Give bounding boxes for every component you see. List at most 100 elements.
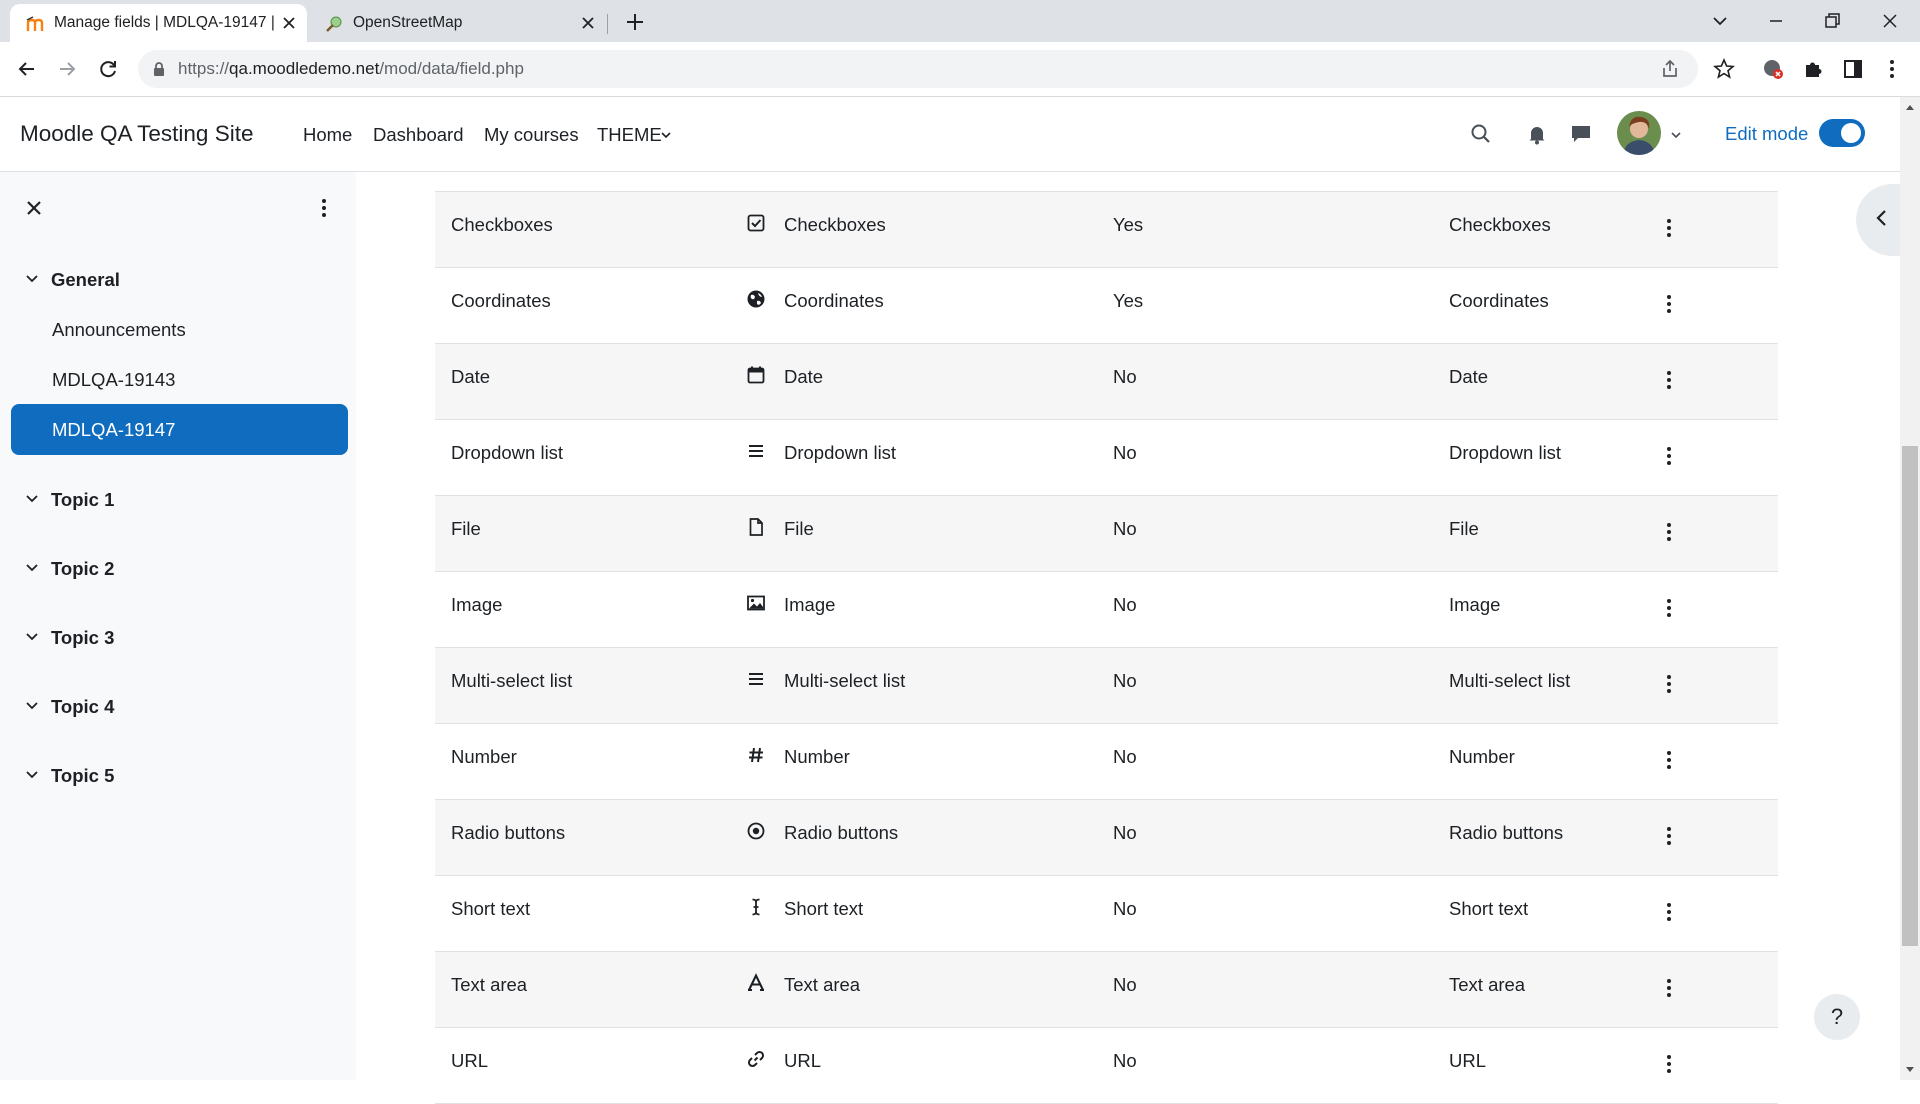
field-description: Multi-select list bbox=[1449, 670, 1571, 691]
reload-icon[interactable] bbox=[96, 57, 120, 81]
section-topic-1[interactable]: Topic 1 bbox=[51, 489, 114, 511]
bookmark-star-icon[interactable] bbox=[1712, 57, 1736, 81]
row-actions-menu-icon[interactable] bbox=[1657, 368, 1681, 392]
field-description: File bbox=[1449, 518, 1479, 539]
hash-icon bbox=[746, 745, 766, 765]
section-topic-2[interactable]: Topic 2 bbox=[51, 558, 114, 580]
field-required: No bbox=[1113, 594, 1137, 615]
field-required: No bbox=[1113, 670, 1137, 691]
scroll-up-arrow-icon[interactable] bbox=[1903, 101, 1917, 113]
field-type: Number bbox=[784, 746, 850, 767]
scrollbar-thumb[interactable] bbox=[1902, 446, 1918, 946]
row-actions-menu-icon[interactable] bbox=[1657, 596, 1681, 620]
chevron-left-icon bbox=[1876, 210, 1886, 226]
field-name: Short text bbox=[451, 898, 531, 919]
font-icon bbox=[746, 973, 766, 993]
row-actions-menu-icon[interactable] bbox=[1657, 520, 1681, 544]
address-bar[interactable]: https://qa.moodledemo.net/mod/data/field… bbox=[138, 50, 1698, 88]
section-topic-4[interactable]: Topic 4 bbox=[51, 696, 114, 718]
activity-mdlqa-19143[interactable]: MDLQA-19143 bbox=[52, 369, 175, 391]
field-required: Yes bbox=[1113, 290, 1144, 311]
field-name: Dropdown list bbox=[451, 442, 564, 463]
row-actions-menu-icon[interactable] bbox=[1657, 444, 1681, 468]
drawer-menu-icon[interactable] bbox=[312, 196, 336, 220]
back-icon[interactable] bbox=[15, 57, 39, 81]
edit-mode-label[interactable]: Edit mode bbox=[1725, 123, 1808, 145]
main-content: Checkboxes Checkboxes Yes Checkboxes Coordin… bbox=[356, 172, 1900, 1104]
field-description: Image bbox=[1449, 594, 1501, 615]
restore-icon[interactable] bbox=[1818, 8, 1846, 34]
new-tab-icon[interactable] bbox=[622, 9, 648, 35]
section-topic-3[interactable]: Topic 3 bbox=[51, 627, 114, 649]
section-topic-5[interactable]: Topic 5 bbox=[51, 765, 114, 787]
section-general[interactable]: General bbox=[51, 269, 120, 291]
scroll-down-arrow-icon[interactable] bbox=[1903, 1064, 1917, 1076]
table-row: Text area Text area No Text area bbox=[435, 952, 1778, 1028]
chevron-down-icon[interactable] bbox=[660, 130, 672, 140]
close-window-icon[interactable] bbox=[1876, 8, 1904, 34]
moodle-navbar: Moodle QA Testing Site Home Dashboard My… bbox=[0, 97, 1900, 172]
user-avatar[interactable] bbox=[1617, 111, 1661, 155]
activity-mdlqa-19147-active[interactable]: MDLQA-19147 bbox=[11, 404, 348, 455]
field-required: No bbox=[1113, 1050, 1137, 1071]
search-icon[interactable] bbox=[1469, 122, 1493, 146]
nav-dashboard[interactable]: Dashboard bbox=[373, 124, 464, 146]
nav-theme[interactable]: THEME bbox=[597, 124, 662, 146]
activity-announcements[interactable]: Announcements bbox=[52, 319, 186, 341]
text-cursor-icon bbox=[746, 897, 766, 917]
site-name[interactable]: Moodle QA Testing Site bbox=[20, 121, 253, 147]
edit-mode-toggle[interactable] bbox=[1819, 119, 1865, 147]
row-actions-menu-icon[interactable] bbox=[1657, 1052, 1681, 1076]
row-actions-menu-icon[interactable] bbox=[1657, 824, 1681, 848]
row-actions-menu-icon[interactable] bbox=[1657, 900, 1681, 924]
extensions-puzzle-icon[interactable] bbox=[1801, 57, 1825, 81]
table-row: Dropdown list Dropdown list No Dropdown lis… bbox=[435, 420, 1778, 496]
field-description: Text area bbox=[1449, 974, 1526, 995]
chevron-down-icon[interactable] bbox=[1670, 130, 1682, 140]
field-type: Short text bbox=[784, 898, 864, 919]
field-type: Checkboxes bbox=[784, 214, 886, 235]
nav-my-courses[interactable]: My courses bbox=[484, 124, 579, 146]
close-tab-icon[interactable] bbox=[579, 14, 597, 32]
osm-favicon-icon bbox=[325, 15, 343, 33]
messages-icon[interactable] bbox=[1569, 122, 1593, 146]
field-description: Checkboxes bbox=[1449, 214, 1551, 235]
browser-tab-inactive[interactable]: OpenStreetMap bbox=[309, 4, 606, 42]
browser-toolbar: https://qa.moodledemo.net/mod/data/field… bbox=[0, 42, 1920, 97]
chevron-down-icon[interactable] bbox=[24, 271, 40, 287]
nav-home[interactable]: Home bbox=[303, 124, 352, 146]
row-actions-menu-icon[interactable] bbox=[1657, 292, 1681, 316]
field-type: File bbox=[784, 518, 814, 539]
table-row: Number Number No Number bbox=[435, 724, 1778, 800]
close-drawer-icon[interactable] bbox=[24, 198, 44, 218]
extension-globe-icon[interactable] bbox=[1761, 57, 1785, 81]
chevron-down-icon[interactable] bbox=[24, 767, 40, 783]
tab-search-icon[interactable] bbox=[1706, 8, 1734, 34]
help-button[interactable]: ? bbox=[1814, 994, 1860, 1040]
activity-label: MDLQA-19147 bbox=[52, 419, 176, 440]
chevron-down-icon[interactable] bbox=[24, 491, 40, 507]
row-actions-menu-icon[interactable] bbox=[1657, 748, 1681, 772]
browser-menu-icon[interactable] bbox=[1880, 57, 1904, 81]
table-row: Checkboxes Checkboxes Yes Checkboxes bbox=[435, 192, 1778, 268]
lock-icon[interactable] bbox=[152, 61, 166, 77]
chevron-down-icon[interactable] bbox=[24, 560, 40, 576]
field-type: Coordinates bbox=[784, 290, 884, 311]
link-icon bbox=[746, 1049, 766, 1069]
chevron-down-icon[interactable] bbox=[24, 698, 40, 714]
chevron-down-icon[interactable] bbox=[24, 629, 40, 645]
minimize-icon[interactable] bbox=[1762, 8, 1790, 34]
field-type: Radio buttons bbox=[784, 822, 899, 843]
browser-tab-active[interactable]: Manage fields | MDLQA-19147 | M bbox=[10, 4, 307, 42]
field-name: Multi-select list bbox=[451, 670, 573, 691]
side-panel-icon[interactable] bbox=[1841, 57, 1865, 81]
forward-icon[interactable] bbox=[55, 57, 79, 81]
close-tab-icon[interactable] bbox=[280, 14, 298, 32]
notifications-bell-icon[interactable] bbox=[1525, 122, 1549, 146]
list-icon bbox=[746, 669, 766, 689]
row-actions-menu-icon[interactable] bbox=[1657, 216, 1681, 240]
moodle-favicon-icon bbox=[26, 15, 44, 33]
row-actions-menu-icon[interactable] bbox=[1657, 672, 1681, 696]
row-actions-menu-icon[interactable] bbox=[1657, 976, 1681, 1000]
share-icon[interactable] bbox=[1660, 59, 1680, 79]
